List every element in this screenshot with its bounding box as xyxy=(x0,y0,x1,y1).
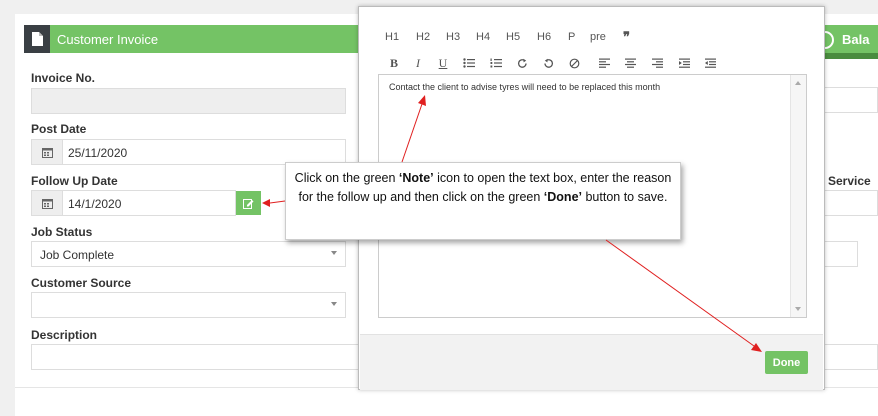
page: Customer Invoice Bala Invoice No. Post D… xyxy=(0,0,878,416)
arrow-to-done-button xyxy=(605,239,755,347)
arrowhead-note xyxy=(262,199,270,207)
arrow-to-note-button xyxy=(269,200,286,204)
arrowhead-done xyxy=(751,343,762,352)
annotation-arrows xyxy=(262,95,762,352)
arrow-to-editor xyxy=(401,103,423,163)
arrowhead-editor xyxy=(418,95,426,106)
